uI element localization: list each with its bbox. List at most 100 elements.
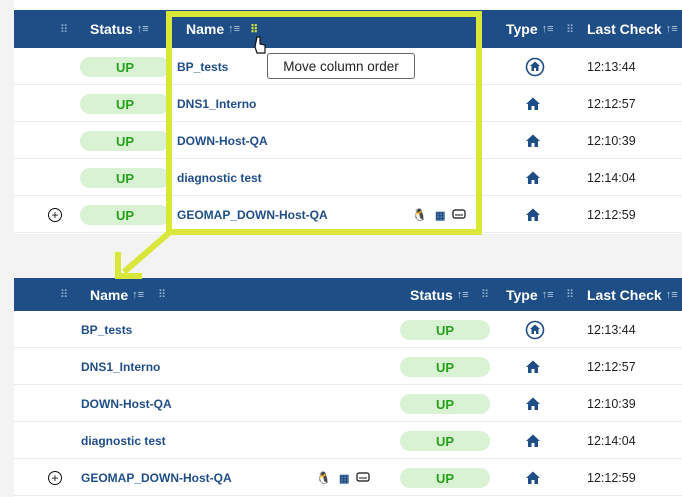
last-check-cell: 12:12:59 — [587, 471, 636, 485]
status-cell: UP — [80, 198, 170, 232]
sort-icon[interactable]: ↑≡ — [542, 289, 554, 301]
sort-icon[interactable]: ↑≡ — [666, 23, 678, 35]
table-row[interactable]: UP DOWN-Host-QA 12:10:39 — [14, 387, 682, 422]
status-cell: UP — [400, 313, 490, 347]
hardware-icon — [356, 471, 370, 485]
host-name-link[interactable]: DNS1_Interno — [177, 97, 256, 111]
last-check-cell: 12:12:59 — [587, 208, 636, 222]
status-badge: UP — [400, 431, 490, 451]
column-header-type[interactable]: Type ↑≡ — [506, 278, 554, 311]
table-row[interactable]: UP DNS1_Interno 12:12:57 — [14, 87, 682, 122]
home-icon[interactable] — [525, 461, 541, 495]
home-circle-icon[interactable] — [525, 313, 545, 347]
grid-icon: ▦ — [434, 209, 445, 222]
table-row[interactable]: UP diagnostic test 12:14:04 — [14, 424, 682, 459]
status-cell: UP — [400, 424, 490, 458]
column-header-last-check[interactable]: Last Check ↑≡ — [587, 278, 678, 311]
column-header-name[interactable]: Name ↑≡ — [90, 278, 144, 311]
name-cell: BP_tests — [177, 50, 228, 84]
hosts-table-after: ⠿ Name ↑≡ ⠿ Status ↑≡ ⠿ Type ↑≡ ⠿ Last Chec… — [14, 278, 682, 497]
sort-icon[interactable]: ↑≡ — [666, 289, 678, 301]
status-badge: UP — [80, 131, 170, 151]
home-icon[interactable] — [525, 387, 541, 421]
drag-handle-icon[interactable]: ⠿ — [481, 278, 489, 311]
name-cell: DNS1_Interno — [81, 350, 160, 384]
sort-icon[interactable]: ↑≡ — [137, 23, 149, 35]
host-name-link[interactable]: diagnostic test — [81, 434, 166, 448]
name-cell: DOWN-Host-QA — [81, 387, 172, 421]
last-check-cell: 12:12:57 — [587, 97, 636, 111]
table-row[interactable]: UP BP_tests 12:13:44 — [14, 313, 682, 348]
hosts-table-before: ⠿ Status ↑≡ Name ↑≡ ⠿ Type ↑≡ ⠿ Last Check ↑… — [14, 0, 682, 234]
table-header: ⠿ Status ↑≡ Name ↑≡ ⠿ Type ↑≡ ⠿ Last Check ↑… — [14, 10, 682, 48]
table-row[interactable]: UP DNS1_Interno 12:12:57 — [14, 350, 682, 385]
status-badge: UP — [80, 94, 170, 114]
host-name-link[interactable]: GEOMAP_DOWN-Host-QA — [177, 208, 328, 222]
name-cell: diagnostic test — [81, 424, 166, 458]
status-badge: UP — [400, 468, 490, 488]
status-badge: UP — [400, 320, 490, 340]
expand-row-button[interactable]: + — [48, 198, 62, 232]
drag-handle-icon[interactable]: ⠿ — [158, 278, 166, 311]
home-icon[interactable] — [525, 350, 541, 384]
table-row[interactable]: UP diagnostic test 12:14:04 — [14, 161, 682, 196]
sort-icon[interactable]: ↑≡ — [228, 23, 240, 35]
last-check-cell: 12:13:44 — [587, 323, 636, 337]
column-header-status[interactable]: Status ↑≡ — [90, 10, 149, 48]
status-cell: UP — [80, 50, 170, 84]
status-cell: UP — [400, 461, 490, 495]
home-icon[interactable] — [525, 161, 541, 195]
status-cell: UP — [80, 87, 170, 121]
cursor-icon — [254, 36, 266, 54]
tooltip: Move column order — [267, 53, 415, 79]
sort-icon[interactable]: ↑≡ — [457, 289, 469, 301]
home-icon[interactable] — [525, 87, 541, 121]
column-header-type[interactable]: Type ↑≡ — [506, 10, 554, 48]
name-cell: diagnostic test — [177, 161, 262, 195]
status-cell: UP — [400, 350, 490, 384]
drag-handle-icon[interactable]: ⠿ — [60, 10, 68, 48]
table-row[interactable]: + UP GEOMAP_DOWN-Host-QA 🐧 ▦ 12:12:59 — [14, 461, 682, 496]
linux-icon: 🐧 — [316, 471, 331, 485]
host-name-link[interactable]: GEOMAP_DOWN-Host-QA — [81, 471, 232, 485]
host-name-link[interactable]: DOWN-Host-QA — [81, 397, 172, 411]
column-header-status[interactable]: Status ↑≡ — [410, 278, 469, 311]
arrow-head — [115, 252, 142, 279]
column-header-name[interactable]: Name ↑≡ ⠿ — [186, 10, 258, 48]
home-icon[interactable] — [525, 198, 541, 232]
plus-circle-icon: + — [48, 471, 62, 485]
host-name-link[interactable]: DNS1_Interno — [81, 360, 160, 374]
last-check-cell: 12:10:39 — [587, 397, 636, 411]
table-row[interactable]: UP DOWN-Host-QA 12:10:39 — [14, 124, 682, 159]
last-check-cell: 12:12:57 — [587, 360, 636, 374]
status-badge: UP — [400, 357, 490, 377]
host-type-icons: 🐧 ▦ — [412, 198, 466, 232]
status-cell: UP — [80, 124, 170, 158]
expand-row-button[interactable]: + — [48, 461, 62, 495]
status-cell: UP — [80, 161, 170, 195]
table-header: ⠿ Name ↑≡ ⠿ Status ↑≡ ⠿ Type ↑≡ ⠿ Last Chec… — [14, 278, 682, 311]
hardware-icon — [452, 208, 466, 222]
arrow-line — [122, 229, 172, 275]
home-icon[interactable] — [525, 124, 541, 158]
sort-icon[interactable]: ↑≡ — [132, 289, 144, 301]
drag-handle-icon[interactable]: ⠿ — [60, 278, 68, 311]
drag-handle-icon[interactable]: ⠿ — [250, 23, 258, 36]
linux-icon: 🐧 — [412, 208, 427, 222]
name-cell: BP_tests — [81, 313, 132, 347]
host-name-link[interactable]: diagnostic test — [177, 171, 262, 185]
host-name-link[interactable]: BP_tests — [177, 60, 228, 74]
grid-icon: ▦ — [338, 472, 349, 485]
home-icon[interactable] — [525, 424, 541, 458]
name-cell: DNS1_Interno — [177, 87, 256, 121]
drag-handle-icon[interactable]: ⠿ — [566, 10, 574, 48]
host-name-link[interactable]: DOWN-Host-QA — [177, 134, 268, 148]
host-name-link[interactable]: BP_tests — [81, 323, 132, 337]
column-header-last-check[interactable]: Last Check ↑≡ — [587, 10, 678, 48]
table-row[interactable]: + UP GEOMAP_DOWN-Host-QA 🐧 ▦ 12:12:59 — [14, 198, 682, 233]
home-circle-icon[interactable] — [525, 50, 545, 84]
sort-icon[interactable]: ↑≡ — [542, 23, 554, 35]
host-type-icons: 🐧 ▦ — [316, 461, 370, 495]
status-badge: UP — [80, 57, 170, 77]
drag-handle-icon[interactable]: ⠿ — [566, 278, 574, 311]
